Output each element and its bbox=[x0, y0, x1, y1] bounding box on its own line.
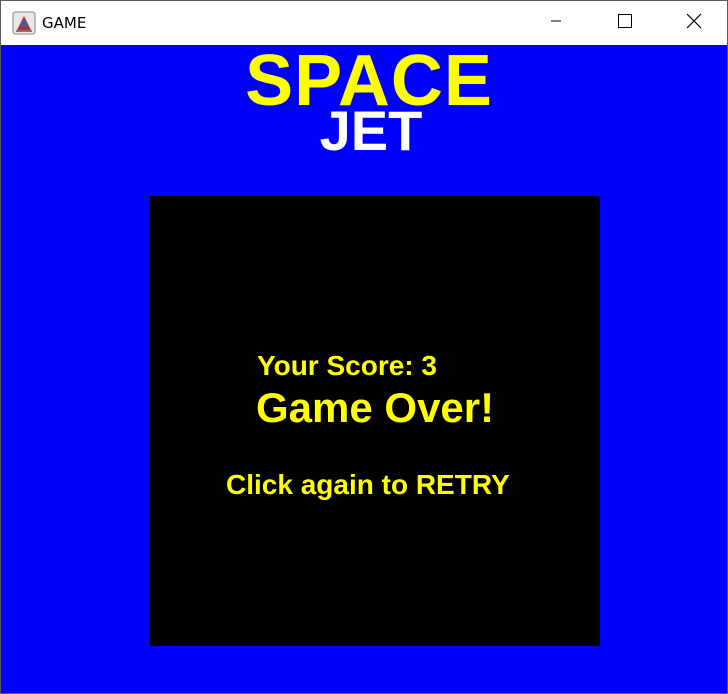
close-icon bbox=[686, 13, 702, 34]
title-bar[interactable]: GAME bbox=[1, 1, 727, 45]
window-title: GAME bbox=[42, 14, 87, 32]
game-title-jet: JET bbox=[319, 99, 423, 162]
game-board[interactable]: Your Score: 3 Game Over! Click again to … bbox=[150, 196, 600, 646]
game-canvas[interactable]: SPACE JET Your Score: 3 Game Over! Click… bbox=[1, 45, 727, 693]
minimize-icon bbox=[550, 14, 562, 32]
maximize-icon bbox=[618, 13, 632, 33]
minimize-button[interactable] bbox=[533, 1, 579, 45]
maximize-button[interactable] bbox=[602, 1, 648, 45]
retry-prompt[interactable]: Click again to RETRY bbox=[226, 469, 510, 501]
java-app-icon bbox=[12, 11, 36, 35]
close-button[interactable] bbox=[671, 1, 717, 45]
game-over-message: Game Over! bbox=[256, 384, 495, 431]
game-window: GAME SPACE JET Your Score: 3 Game Over! … bbox=[0, 0, 728, 694]
score-label: Your Score: 3 bbox=[257, 350, 437, 381]
